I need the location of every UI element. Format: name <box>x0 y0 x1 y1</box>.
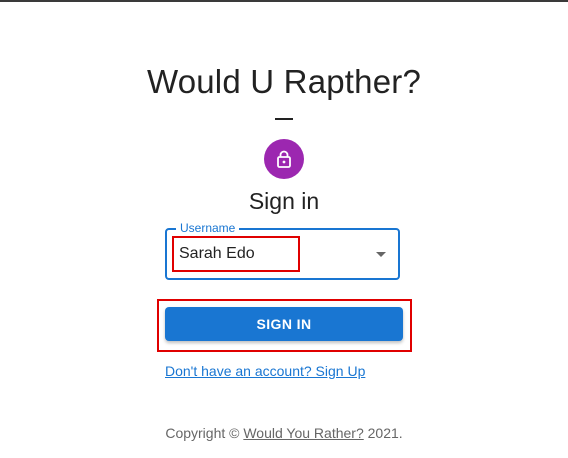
copyright-suffix: 2021. <box>363 425 403 441</box>
page: Would U Rapther? Sign in Username Sarah … <box>0 0 568 458</box>
username-select[interactable]: Username Sarah Edo <box>165 221 400 280</box>
app-title: Would U Rapther? <box>146 63 422 100</box>
avatar <box>264 139 304 179</box>
username-value: Sarah Edo <box>179 245 255 262</box>
dropdown-arrow-icon[interactable] <box>376 252 386 257</box>
lock-icon <box>277 150 291 168</box>
title-divider <box>275 118 293 120</box>
copyright-prefix: Copyright © <box>165 425 244 441</box>
copyright-link[interactable]: Would You Rather? <box>243 425 363 441</box>
top-border <box>0 0 568 2</box>
copyright-footer: Copyright © Would You Rather? 2021. <box>0 425 568 441</box>
signin-heading: Sign in <box>248 188 320 214</box>
username-label: Username <box>176 221 240 235</box>
signup-link[interactable]: Don't have an account? Sign Up <box>165 363 365 379</box>
signin-button[interactable]: SIGN IN <box>165 307 403 341</box>
